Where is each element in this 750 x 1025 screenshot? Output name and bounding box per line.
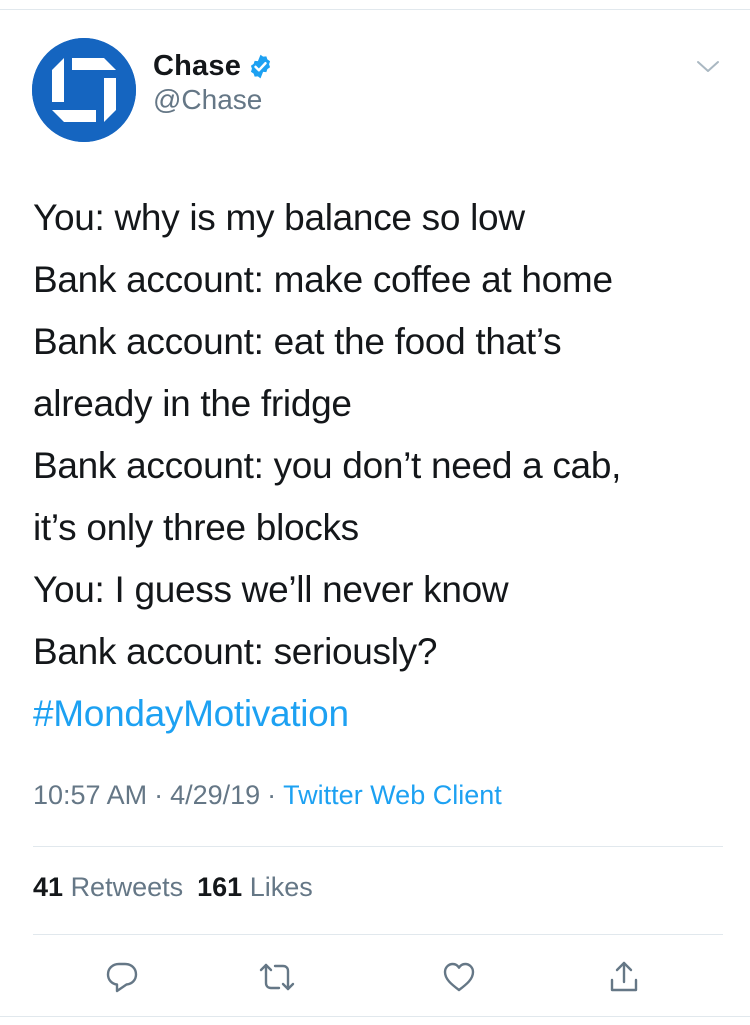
reply-icon xyxy=(106,962,138,993)
chase-logo-icon xyxy=(32,38,136,142)
retweets-count: 41 xyxy=(33,872,64,902)
tweet-source-link[interactable]: Twitter Web Client xyxy=(283,780,502,810)
tweet-line: it’s only three blocks xyxy=(33,507,359,548)
reply-button[interactable] xyxy=(100,955,144,999)
tweet-line: Bank account: eat the food that’s xyxy=(33,321,562,362)
tweet-stats: 41 Retweets 161 Likes xyxy=(33,872,313,903)
chevron-down-icon[interactable] xyxy=(694,57,722,77)
divider xyxy=(33,846,723,847)
meta-separator: · xyxy=(267,780,277,810)
retweets-stat[interactable]: 41 Retweets xyxy=(33,872,183,902)
tweet-line: You: I guess we’ll never know xyxy=(33,569,509,610)
share-button[interactable] xyxy=(602,955,646,999)
tweet-line: Bank account: you don’t need a cab, xyxy=(33,445,622,486)
tweet-meta: 10:57 AM · 4/29/19 · Twitter Web Client xyxy=(33,780,502,811)
author-name-row: Chase xyxy=(153,48,274,84)
tweet-line: already in the fridge xyxy=(33,383,352,424)
meta-separator: · xyxy=(154,780,164,810)
tweet-text: You: why is my balance so low Bank accou… xyxy=(33,187,723,745)
tweet-time[interactable]: 10:57 AM xyxy=(33,780,147,810)
likes-label: Likes xyxy=(249,872,313,902)
author-handle[interactable]: @Chase xyxy=(153,84,262,116)
tweet-line: Bank account: make coffee at home xyxy=(33,259,613,300)
tweet-date[interactable]: 4/29/19 xyxy=(170,780,260,810)
hashtag-link[interactable]: #MondayMotivation xyxy=(33,683,723,745)
like-button[interactable] xyxy=(437,955,481,999)
retweet-icon xyxy=(259,963,295,991)
like-icon xyxy=(443,962,475,992)
likes-count: 161 xyxy=(197,872,243,902)
bottom-divider xyxy=(0,1016,750,1017)
divider xyxy=(33,934,723,935)
top-divider xyxy=(0,9,750,10)
retweet-button[interactable] xyxy=(255,955,299,999)
author-name[interactable]: Chase xyxy=(153,50,241,83)
share-icon xyxy=(610,961,638,992)
avatar[interactable] xyxy=(32,38,136,142)
verified-badge-icon xyxy=(247,53,274,80)
likes-stat[interactable]: 161 Likes xyxy=(197,872,313,902)
retweets-label: Retweets xyxy=(70,872,184,902)
tweet-line: Bank account: seriously? xyxy=(33,631,438,672)
tweet-line: You: why is my balance so low xyxy=(33,197,525,238)
